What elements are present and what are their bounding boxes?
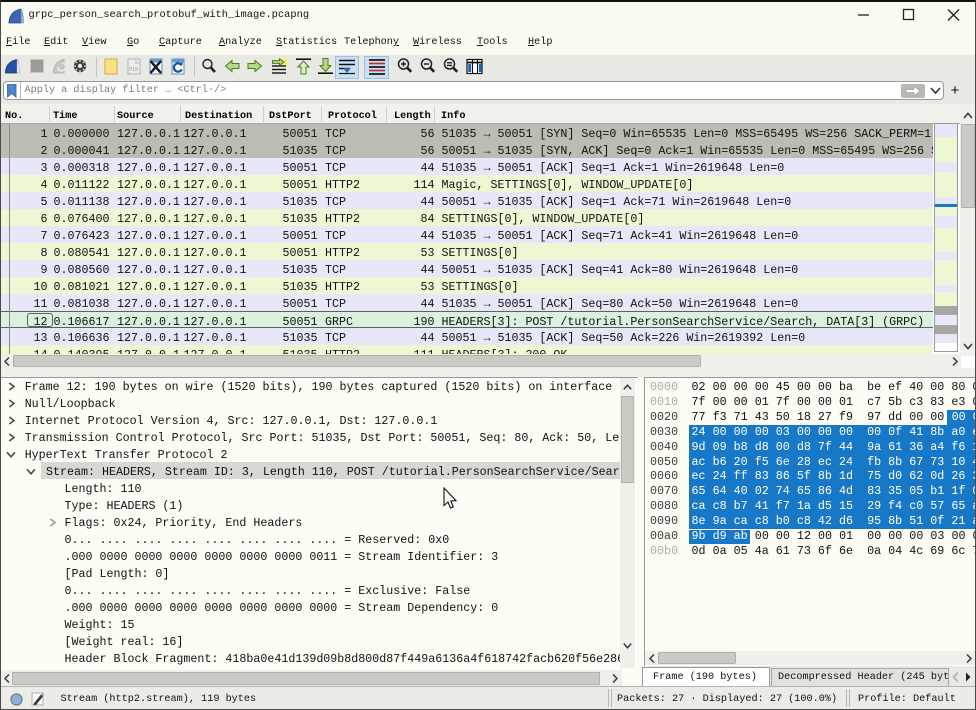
svg-text:010: 010 (129, 67, 138, 73)
